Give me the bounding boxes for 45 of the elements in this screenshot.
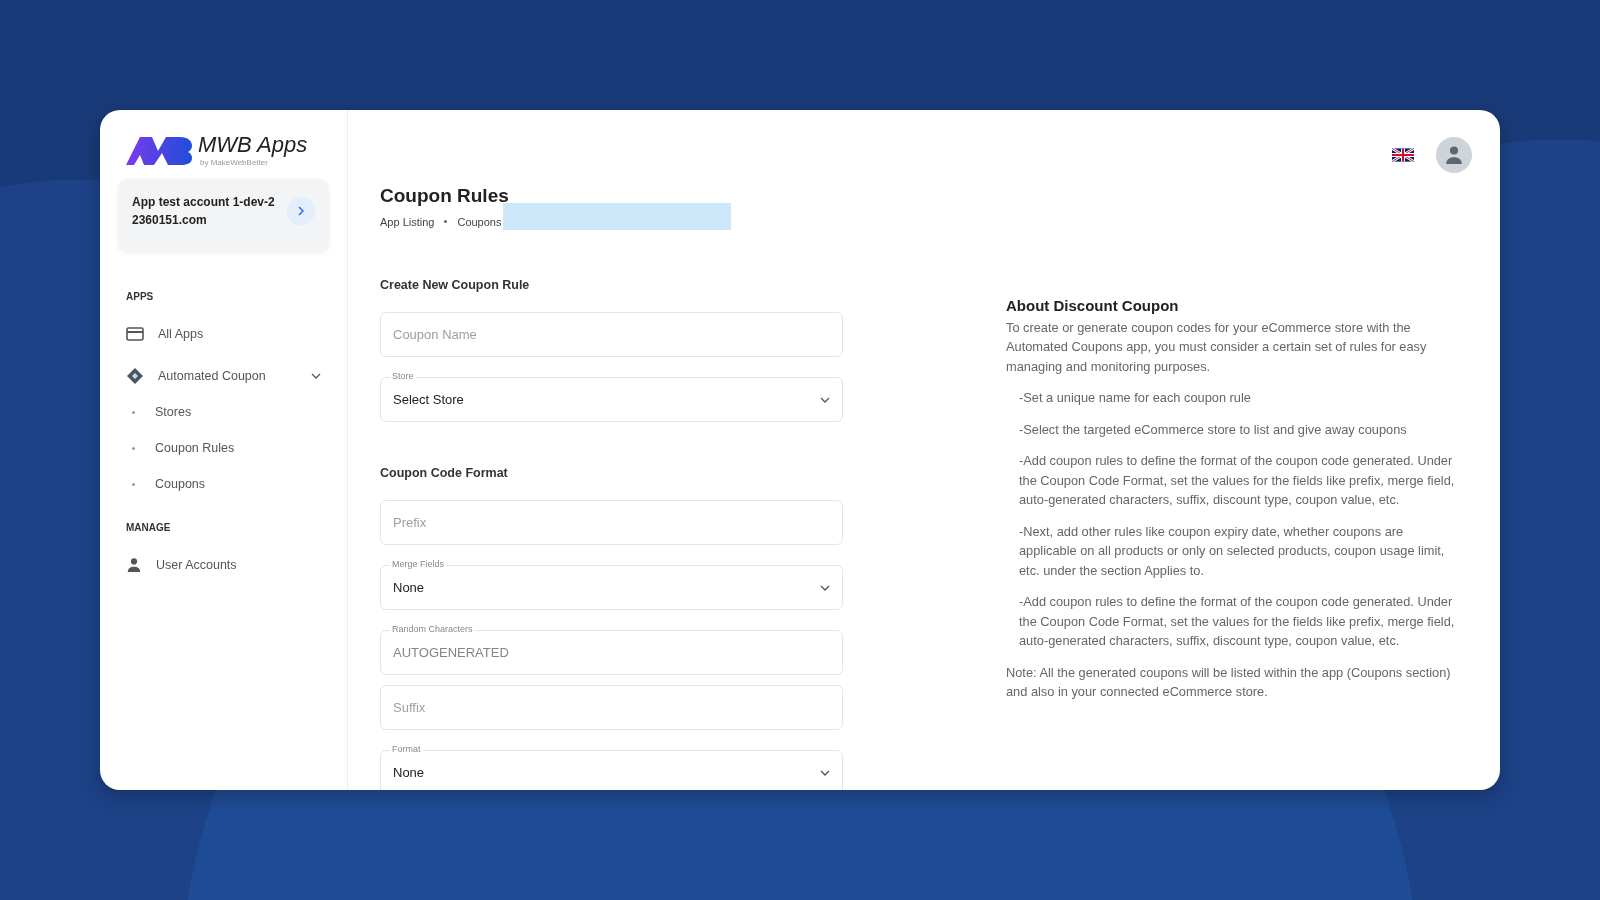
sidebar-item[interactable]: Automated Coupon — [118, 366, 329, 386]
guideline-text: -Next, add other rules like coupon expiry date, whether coupons are applicable on all products or only on selected products, coupon usage limit, etc. under the section Applies to. — [1019, 522, 1446, 580]
input-field[interactable]: Prefix — [380, 500, 843, 545]
separator-icon — [444, 220, 448, 223]
input-field[interactable]: Coupon Name — [380, 312, 843, 357]
sidebar-subitem[interactable]: Stores — [155, 405, 192, 419]
about-text: To create or generate coupon codes for your eCommerce store with the Automated Coupons app, you must consider a certain set of rules for easy managing and monitoring purposes. — [1006, 318, 1428, 376]
breadcrumb-link[interactable]: App Listing — [380, 215, 435, 228]
sidebar-item[interactable]: User Accounts — [118, 555, 329, 575]
chevron-down-icon — [820, 769, 830, 776]
sidebar-subitem[interactable]: Coupons — [155, 477, 206, 491]
sidebar-subitem[interactable]: Coupon Rules — [155, 441, 235, 455]
page-title: Coupon Rules — [380, 185, 510, 207]
flag-icon[interactable] — [1392, 148, 1414, 162]
tag-icon — [126, 367, 144, 385]
bullet-icon — [132, 410, 135, 414]
about-title: About Discount Coupon — [1006, 296, 1180, 316]
section-heading: Coupon Code Format — [380, 466, 509, 480]
section-heading: APPS — [126, 291, 155, 302]
input-field[interactable]: Suffix — [380, 685, 843, 730]
breadcrumb-link[interactable]: Coupons — [457, 215, 502, 228]
note-text: Note: All the generated coupons will be listed within the app (Coupons section) and also in your connected eCommerce store. — [1006, 663, 1452, 701]
user-icon — [1444, 145, 1464, 165]
account-name: App test account 1-dev-2 2360151.com — [132, 194, 276, 229]
card-icon — [126, 327, 144, 341]
chevron-down-icon — [820, 584, 830, 591]
chevron-right-icon — [298, 206, 304, 216]
section-heading: MANAGE — [126, 522, 172, 533]
bullet-icon — [132, 482, 135, 486]
brand-name: MWB Apps — [198, 132, 308, 158]
avatar-button[interactable] — [1436, 137, 1472, 173]
chevron-down-icon — [820, 396, 830, 403]
brand-tagline: by MakeWebBetter — [200, 158, 269, 167]
guideline-text: -Add coupon rules to define the format of the coupon code generated. Under the Coupon Code Format, set the values for the fields like prefix, merge field, auto-generated characters, suffix, discount type, coupon value, etc. — [1019, 593, 1456, 650]
field-label: Merge Fields — [390, 558, 447, 570]
field-label: Store — [390, 370, 416, 382]
bullet-icon — [132, 446, 135, 450]
section-heading: Create New Coupon Rule — [380, 278, 531, 292]
sidebar-item[interactable]: All Apps — [118, 324, 329, 344]
guideline-text: -Select the targeted eCommerce store to list and give away coupons — [1019, 420, 1408, 439]
user-icon — [126, 557, 142, 573]
guideline-text: -Add coupon rules to define the format of the coupon code generated. Under the Coupon Code Format, set the values for the fields like prefix, merge field, auto-generated characters, suffix, discount type, coupon value, etc. — [1019, 452, 1456, 509]
field-label: Random Characters — [390, 623, 475, 635]
guideline-text: -Set a unique name for each coupon rule — [1019, 389, 1252, 407]
field-label: Format — [390, 743, 423, 755]
